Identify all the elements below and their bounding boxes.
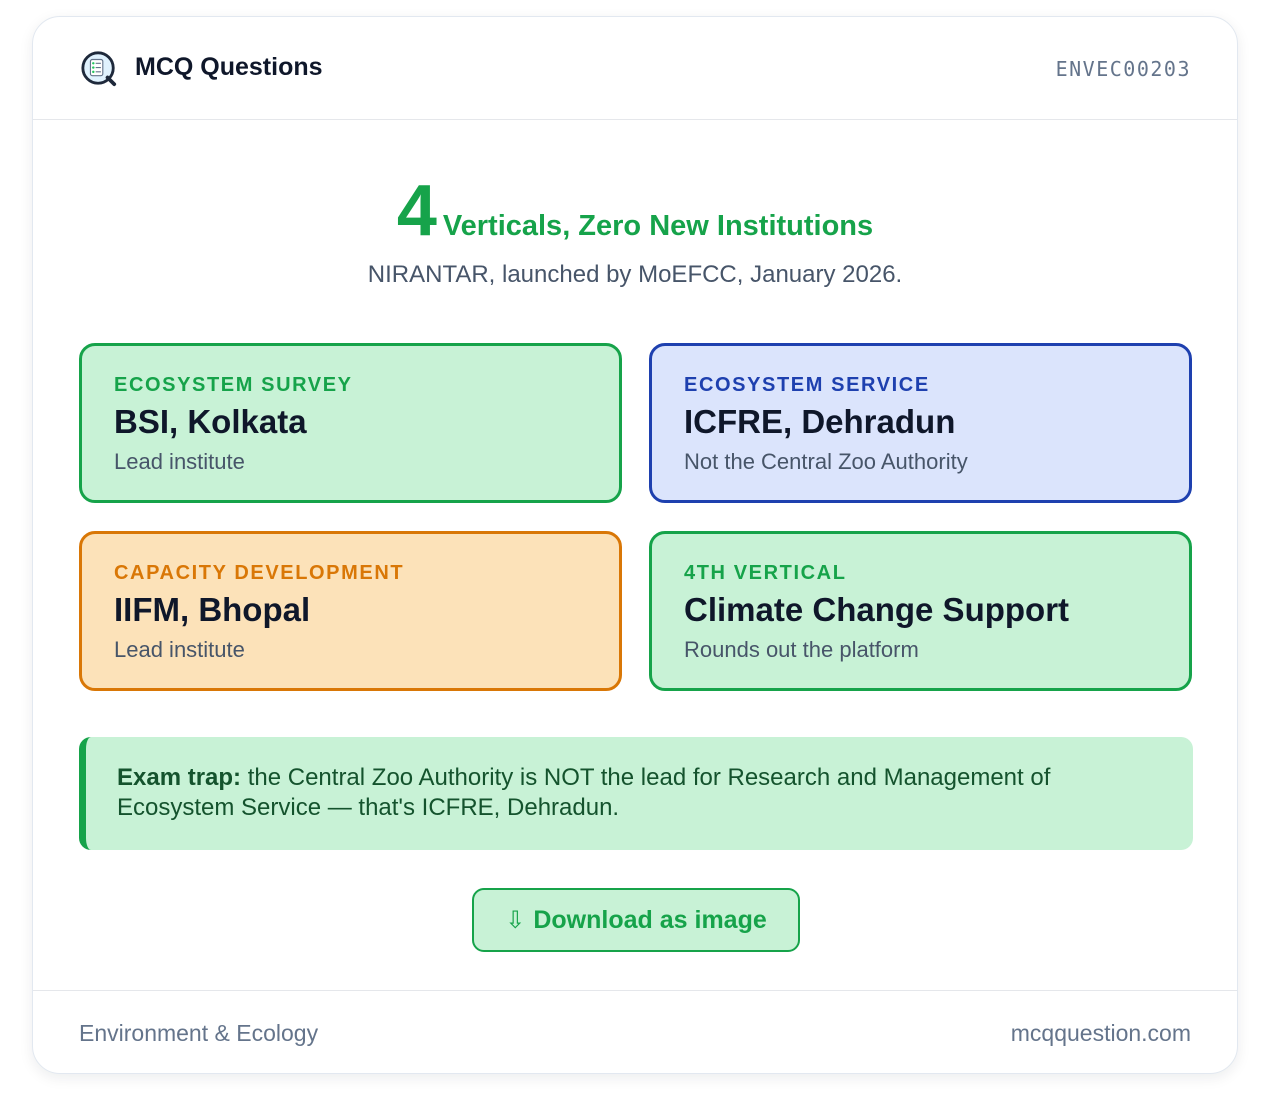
tile-label: CAPACITY DEVELOPMENT <box>114 562 405 584</box>
exam-trap-lead: Exam trap: <box>117 764 242 791</box>
hero-subtitle: NIRANTAR, launched by MoEFCC, January 20… <box>367 261 903 288</box>
tile-title: IIFM, Bhopal <box>114 591 311 628</box>
hero-headline: Verticals, Zero New Institutions <box>442 210 874 242</box>
quiz-logo-icon <box>81 51 117 87</box>
tile-subtitle: Lead institute <box>114 637 245 662</box>
download-arrow-icon: ⇩ <box>505 906 526 934</box>
card-footer: Environment & Ecology mcqquestion.com <box>33 990 1237 1073</box>
tile-fourth-vertical: 4TH VERTICAL Climate Change Support Roun… <box>649 531 1192 691</box>
tile-title: ICFRE, Dehradun <box>684 403 956 440</box>
tile-ecosystem-service: ECOSYSTEM SERVICE ICFRE, Dehradun Not th… <box>649 343 1192 503</box>
tile-subtitle: Lead institute <box>114 449 245 474</box>
tile-subtitle: Rounds out the platform <box>684 637 919 662</box>
footer-category: Environment & Ecology <box>79 1020 319 1046</box>
tile-label: 4TH VERTICAL <box>684 562 847 584</box>
exam-trap-text: the Central Zoo Authority is NOT the lea… <box>117 764 1051 821</box>
tile-title: BSI, Kolkata <box>114 403 307 440</box>
tile-subtitle: Not the Central Zoo Authority <box>684 449 968 474</box>
question-code: ENVEC00203 <box>1055 57 1191 81</box>
mcq-card: MCQ Questions ENVEC00203 4 Verticals, Zer… <box>32 16 1238 1074</box>
footer-site: mcqquestion.com <box>1010 1020 1191 1046</box>
tile-ecosystem-survey: ECOSYSTEM SURVEY BSI, Kolkata Lead insti… <box>79 343 622 503</box>
tile-title: Climate Change Support <box>684 591 1070 628</box>
card-header: MCQ Questions ENVEC00203 <box>33 17 1237 120</box>
brand-title: MCQ Questions <box>135 53 323 81</box>
download-label: Download as image <box>533 905 767 934</box>
tile-label: ECOSYSTEM SERVICE <box>684 374 930 396</box>
exam-trap-callout: Exam trap: the Central Zoo Authority is … <box>79 737 1193 850</box>
hero-number: 4 <box>396 171 437 251</box>
hero-heading: 4 Verticals, Zero New Institutions <box>33 173 1237 249</box>
tile-capacity-development: CAPACITY DEVELOPMENT IIFM, Bhopal Lead i… <box>79 531 622 691</box>
tile-label: ECOSYSTEM SURVEY <box>114 374 353 396</box>
download-button[interactable]: ⇩ Download as image <box>472 888 800 952</box>
